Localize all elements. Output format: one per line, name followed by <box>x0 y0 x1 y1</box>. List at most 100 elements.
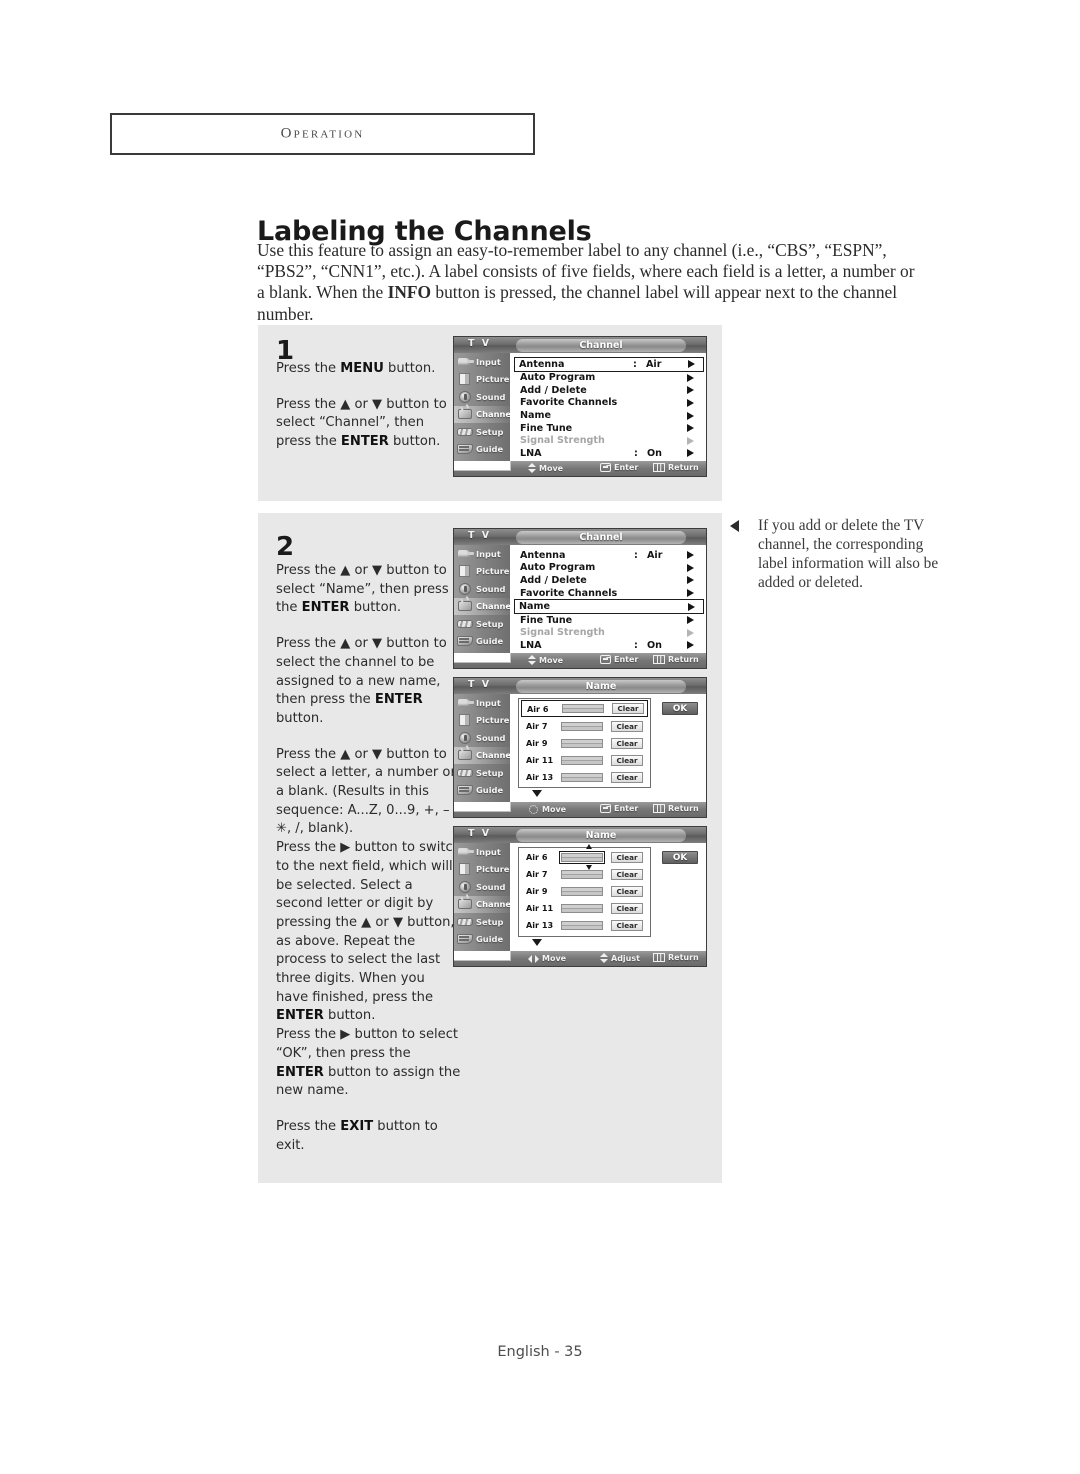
sidebar-item-guide[interactable]: Guide <box>454 931 510 949</box>
osd-title-tab: Channel <box>516 338 686 352</box>
menu-row-favorite-channels[interactable]: Favorite Channels <box>516 397 702 410</box>
channel-menu-list: Antenna : Air Auto Program Add / Delete … <box>514 357 704 460</box>
name-field-input[interactable] <box>561 755 603 765</box>
scroll-down-icon[interactable] <box>532 939 542 946</box>
name-field-input[interactable] <box>559 844 605 870</box>
hint-label: Enter <box>614 804 639 813</box>
return-icon <box>653 655 665 664</box>
menu-row-name[interactable]: Name <box>514 599 704 614</box>
hint-label: Move <box>542 953 567 963</box>
name-row-air-11[interactable]: Air 11 Clear <box>521 752 648 768</box>
clear-button[interactable]: Clear <box>611 919 643 931</box>
sidebar-item-sound[interactable]: Sound <box>454 729 510 747</box>
name-row-air-7[interactable]: Air 7 Clear <box>521 718 648 734</box>
sidebar-item-setup[interactable]: Setup <box>454 764 510 782</box>
sidebar-item-channel[interactable]: Channel <box>454 405 514 423</box>
channel-icon <box>456 599 474 613</box>
menu-row-add-delete[interactable]: Add / Delete <box>516 574 702 587</box>
sidebar-item-label: Input <box>476 548 501 559</box>
name-field-input[interactable] <box>561 920 603 930</box>
hintbar-notch <box>454 461 511 471</box>
sidebar-item-setup[interactable]: Setup <box>454 615 510 633</box>
sidebar-item-label: Guide <box>476 444 504 455</box>
name-row-air-13[interactable]: Air 13 Clear <box>521 917 648 933</box>
chevron-right-icon <box>688 360 695 369</box>
name-row-air-7[interactable]: Air 7 Clear <box>521 866 648 882</box>
name-row-air-9[interactable]: Air 9 Clear <box>521 883 648 899</box>
name-field-input[interactable] <box>561 738 603 748</box>
menu-row-lna[interactable]: LNA : On <box>516 447 702 460</box>
osd-sidebar-rail[interactable]: Input Picture Sound Channel Setup Guide <box>454 694 514 817</box>
sidebar-item-guide[interactable]: Guide <box>454 782 510 800</box>
osd-sidebar-rail[interactable]: Input Picture Sound Channel Setup Guide <box>454 545 514 668</box>
osd-sidebar-rail[interactable]: Input Picture Sound Channel Setup Guide <box>454 353 514 476</box>
menu-row-antenna[interactable]: Antenna : Air <box>516 549 702 562</box>
name-row-air-6[interactable]: Air 6 Clear <box>521 844 648 870</box>
sidebar-item-guide[interactable]: Guide <box>454 633 510 651</box>
ok-button[interactable]: OK <box>662 851 698 864</box>
name-field-input[interactable] <box>561 869 603 879</box>
name-field-input[interactable] <box>561 903 603 913</box>
menu-row-antenna[interactable]: Antenna : Air <box>514 357 704 372</box>
chevron-right-icon <box>687 386 694 395</box>
sidebar-item-input[interactable]: Input <box>454 843 510 861</box>
name-row-air-11[interactable]: Air 11 Clear <box>521 900 648 916</box>
name-row-air-13[interactable]: Air 13 Clear <box>521 769 648 785</box>
osd-brand-label: T V <box>468 338 492 349</box>
updown-icon <box>528 655 536 665</box>
sidebar-item-setup[interactable]: Setup <box>454 423 510 441</box>
sidebar-item-sound[interactable]: Sound <box>454 580 510 598</box>
sidebar-item-setup[interactable]: Setup <box>454 913 510 931</box>
clear-button[interactable]: Clear <box>611 885 643 897</box>
clear-button[interactable]: Clear <box>612 703 644 714</box>
sidebar-item-input[interactable]: Input <box>454 353 510 371</box>
sidebar-item-picture[interactable]: Picture <box>454 563 510 581</box>
menu-row-lna[interactable]: LNA : On <box>516 639 702 652</box>
sidebar-item-guide[interactable]: Guide <box>454 441 510 459</box>
clear-button[interactable]: Clear <box>611 771 643 783</box>
menu-row-auto-program[interactable]: Auto Program <box>516 372 702 385</box>
clear-button[interactable]: Clear <box>611 902 643 914</box>
menu-row-name[interactable]: Name <box>516 409 702 422</box>
menu-row-add-delete[interactable]: Add / Delete <box>516 384 702 397</box>
name-field-input[interactable] <box>561 721 603 731</box>
hint-return: Return <box>653 804 699 813</box>
clear-button[interactable]: Clear <box>611 868 643 880</box>
name-field-input[interactable] <box>561 772 603 782</box>
sidebar-item-input[interactable]: Input <box>454 694 510 712</box>
menu-row-colon: : <box>634 639 638 651</box>
hint-move: Move <box>528 463 563 473</box>
name-row-air-9[interactable]: Air 9 Clear <box>521 735 648 751</box>
osd-sidebar-rail[interactable]: Input Picture Sound Channel Setup Guide <box>454 843 514 966</box>
clear-button[interactable]: Clear <box>611 737 643 749</box>
intro-paragraph: Use this feature to assign an easy-to-re… <box>257 240 915 324</box>
name-field-input[interactable] <box>562 704 604 713</box>
name-field-input[interactable] <box>561 886 603 896</box>
setup-icon <box>456 915 474 929</box>
sidebar-item-picture[interactable]: Picture <box>454 371 510 389</box>
clear-button[interactable]: Clear <box>611 754 643 766</box>
name-row-air-6[interactable]: Air 6 Clear <box>521 700 648 717</box>
menu-row-fine-tune[interactable]: Fine Tune <box>516 614 702 627</box>
ok-button[interactable]: OK <box>662 702 698 715</box>
scroll-down-icon[interactable] <box>532 790 542 797</box>
menu-row-fine-tune[interactable]: Fine Tune <box>516 422 702 435</box>
osd-menu-title: Channel <box>579 531 623 543</box>
sidebar-item-picture[interactable]: Picture <box>454 861 510 879</box>
sidebar-item-channel[interactable]: Channel <box>454 746 514 764</box>
clear-button[interactable]: Clear <box>611 720 643 732</box>
menu-row-label: Signal Strength <box>520 627 605 639</box>
chevron-right-icon <box>687 436 694 445</box>
menu-row-auto-program[interactable]: Auto Program <box>516 562 702 575</box>
menu-row-label: Antenna <box>520 549 566 561</box>
sidebar-item-sound[interactable]: Sound <box>454 388 510 406</box>
sidebar-item-picture[interactable]: Picture <box>454 712 510 730</box>
clear-button[interactable]: Clear <box>611 851 643 863</box>
sidebar-item-channel[interactable]: Channel <box>454 895 514 913</box>
sidebar-item-channel[interactable]: Channel <box>454 597 514 615</box>
menu-row-favorite-channels[interactable]: Favorite Channels <box>516 587 702 600</box>
sidebar-item-input[interactable]: Input <box>454 545 510 563</box>
sidebar-item-sound[interactable]: Sound <box>454 878 510 896</box>
updown-icon <box>600 953 608 963</box>
fourway-icon <box>528 804 539 815</box>
